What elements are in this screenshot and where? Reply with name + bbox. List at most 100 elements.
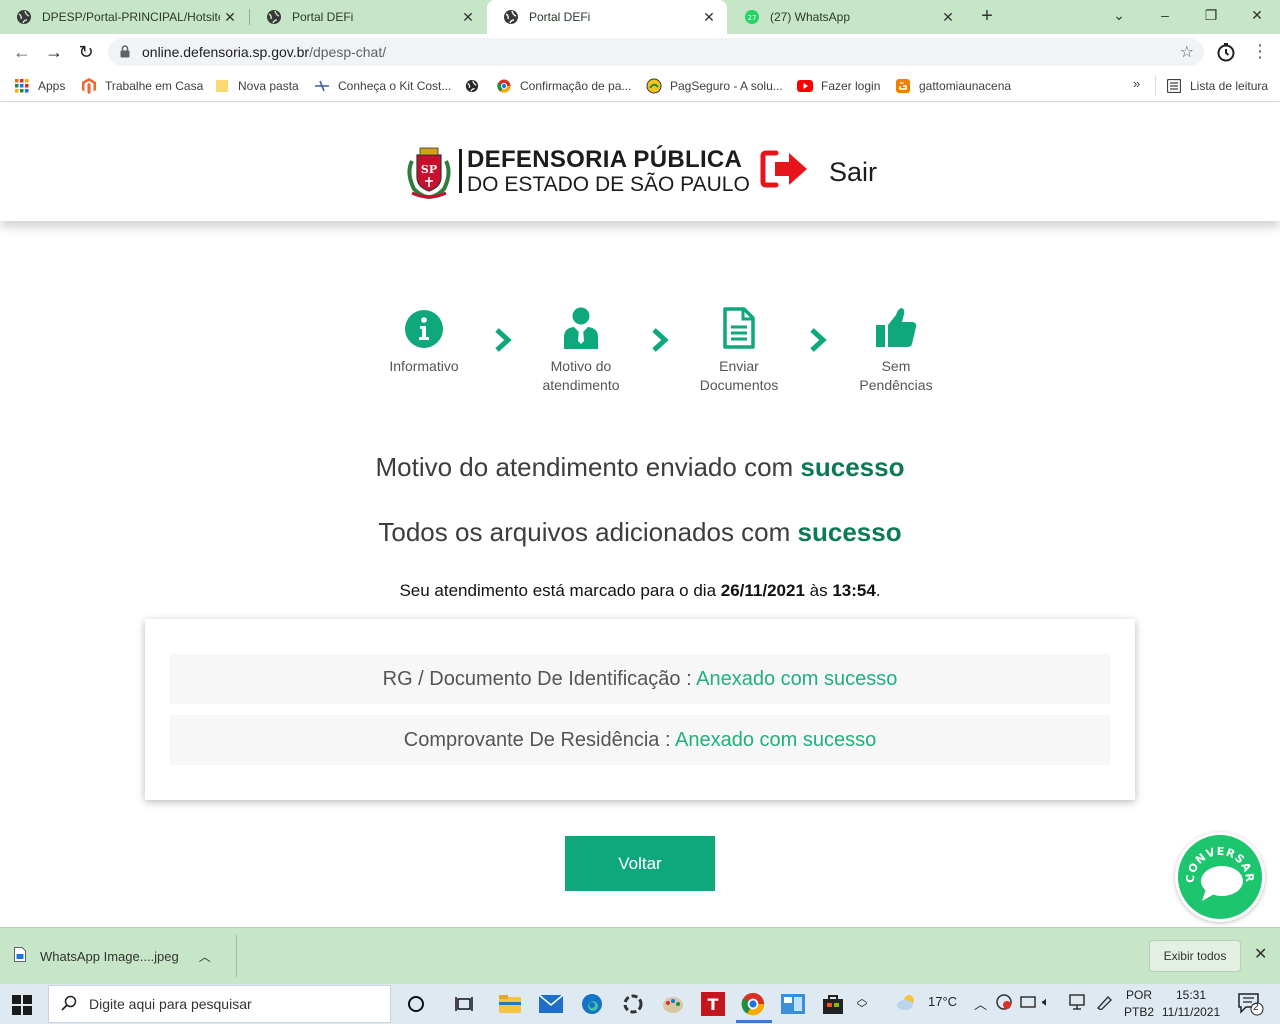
reading-list-label: Lista de leitura (1190, 79, 1269, 93)
browser-toolbar: ← → ↻ online.defensoria.sp.gov.br/dpesp-… (0, 34, 1280, 70)
volume-icon[interactable]: 🔈︎ (1042, 994, 1050, 1010)
reading-list[interactable]: Lista de leitura (1166, 76, 1268, 96)
tab-dpesp-portal[interactable]: DPESP/Portal-PRINCIPAL/Hotsite ✕ (0, 0, 248, 34)
bookmark-fazer-login[interactable]: Fazer login (797, 76, 880, 96)
document-row-rg: RG / Documento De Identificação : Anexad… (170, 654, 1110, 704)
window-close-icon[interactable]: ✕ (1234, 0, 1280, 30)
tray-chevron-icon[interactable]: ︿ (974, 994, 987, 1013)
extension-timer-icon[interactable] (1214, 40, 1238, 64)
antivirus-tray-icon[interactable] (996, 994, 1012, 1013)
step-informativo: Informativo (364, 303, 484, 376)
bookmark-globe[interactable] (464, 76, 488, 96)
clock-date: 11/11/2021 (1161, 1005, 1221, 1019)
globe-icon (503, 9, 519, 25)
tab-portal-defi-active[interactable]: Portal DEFi ✕ (487, 0, 727, 34)
minimize-icon[interactable]: – (1142, 0, 1188, 30)
edge-icon[interactable] (577, 990, 607, 1018)
new-tab-plus-icon[interactable]: + (976, 5, 998, 27)
document-label: RG / Documento De Identificação : (382, 668, 697, 690)
weather-icon[interactable] (896, 992, 918, 1015)
chevron-up-icon[interactable]: ︿ (199, 948, 211, 965)
bookmark-pagseguro[interactable]: PagSeguro - A solu... (646, 76, 783, 96)
person-icon (564, 307, 598, 349)
clock-time: 15:31 (1175, 988, 1207, 1002)
step-enviar-documentos: Enviar Documentos (679, 303, 799, 395)
red-t-app-icon[interactable]: T (698, 990, 728, 1018)
bookmark-trabalhe-em-casa[interactable]: Trabalhe em Casa (81, 76, 203, 96)
step-label: Motivo do atendimento (542, 358, 620, 393)
tab-whatsapp[interactable]: 27 (27) WhatsApp ✕ (728, 0, 966, 34)
back-button[interactable]: Voltar (565, 836, 715, 891)
task-view-icon[interactable] (449, 990, 479, 1018)
bookmarks-overflow-icon[interactable]: » (1133, 76, 1140, 91)
reload-icon[interactable]: ↻ (74, 40, 98, 64)
network-icon[interactable] (1068, 994, 1086, 1013)
file-explorer-icon[interactable] (495, 990, 525, 1018)
bookmark-kit-cost[interactable]: Conheça o Kit Cost... (314, 76, 451, 96)
globe-icon (16, 9, 32, 25)
download-shelf: WhatsApp Image....jpeg ︿ Exibir todos ✕ (0, 927, 1280, 984)
logout-icon[interactable] (760, 149, 810, 189)
windows-start-icon[interactable] (12, 995, 32, 1015)
input-language[interactable]: POR PTB2 (1124, 987, 1154, 1021)
bookmark-label: Confirmação de pa... (520, 79, 632, 93)
chevron-right-icon (810, 328, 827, 352)
pen-icon[interactable] (1096, 994, 1114, 1013)
bookmark-label: Conheça o Kit Cost... (338, 79, 452, 93)
step-sem-pendencias: Sem Pendências (836, 303, 956, 395)
paint-icon[interactable] (658, 990, 688, 1018)
store-bag-icon[interactable] (818, 990, 848, 1018)
forward-arrow-icon[interactable]: → (42, 40, 66, 64)
logo-title: DEFENSORIA PÚBLICA (467, 146, 743, 173)
schedule-text: Seu atendimento está marcado para o dia (399, 581, 721, 600)
document-status: Anexado com sucesso (675, 729, 877, 751)
bookmark-star-icon[interactable]: ☆ (1180, 42, 1194, 62)
back-arrow-icon[interactable]: ← (10, 40, 34, 64)
address-bar[interactable]: online.defensoria.sp.gov.br/dpesp-chat/ … (108, 38, 1204, 66)
cortana-icon[interactable] (401, 990, 431, 1018)
schedule-text: . (875, 581, 881, 600)
site-header: SP DEFENSORIA PÚBLICA DO ESTADO DE SÃO P… (0, 103, 1280, 221)
calculator-app-icon[interactable] (778, 990, 808, 1018)
restore-icon[interactable]: ❐ (1188, 0, 1234, 30)
notification-count: 2 (1253, 1002, 1259, 1013)
reason-sent-message: Motivo do atendimento enviado com sucess… (0, 452, 1280, 483)
bookmark-gattomiaunacena[interactable]: gattomiaunacena (895, 76, 1011, 96)
meet-now-icon[interactable] (1020, 994, 1036, 1013)
close-tab-icon[interactable]: ✕ (458, 9, 478, 26)
taskbar-search-input[interactable]: Digite aqui para pesquisar (48, 985, 391, 1023)
close-tab-icon[interactable]: ✕ (938, 9, 958, 26)
step-label: Informativo (389, 358, 459, 374)
mail-icon[interactable] (536, 990, 566, 1018)
step-label: Sem Pendências (859, 358, 933, 393)
taskbar-overflow-icon[interactable]: ︿ ﹀ (850, 990, 874, 1018)
bookmark-nova-pasta[interactable]: Nova pasta (214, 76, 299, 96)
show-all-downloads-button[interactable]: Exibir todos (1149, 940, 1241, 972)
download-divider (236, 935, 237, 977)
logout-button[interactable]: Sair (829, 157, 877, 188)
system-clock[interactable]: 15:31 11/11/2021 (1158, 987, 1224, 1021)
chrome-icon[interactable] (738, 990, 768, 1018)
notification-center-icon[interactable]: 2 (1238, 992, 1264, 1019)
info-icon (405, 310, 443, 348)
youtube-icon (797, 78, 813, 94)
chat-launcher[interactable]: CONVERSAR (1175, 832, 1265, 922)
close-download-bar-icon[interactable]: ✕ (1254, 944, 1267, 964)
tab-search-chevron-icon[interactable]: ⌄ (1096, 0, 1142, 30)
app-ring-icon[interactable] (618, 990, 648, 1018)
message-text: Motivo do atendimento enviado com (375, 452, 801, 482)
close-tab-icon[interactable]: ✕ (220, 9, 240, 26)
schedule-text: às (804, 581, 833, 600)
download-item[interactable]: WhatsApp Image....jpeg ︿ (14, 944, 211, 968)
document-label: Comprovante De Residência : (403, 729, 675, 751)
tab-portal-defi-1[interactable]: Portal DEFi ✕ (250, 0, 486, 34)
documents-card: RG / Documento De Identificação : Anexad… (145, 619, 1135, 800)
bookmark-confirmacao[interactable]: Confirmação de pa... (496, 76, 631, 96)
files-added-message: Todos os arquivos adicionados com sucess… (0, 517, 1280, 548)
file-icon (14, 947, 26, 965)
close-tab-icon[interactable]: ✕ (699, 9, 719, 26)
bookmark-apps[interactable]: Apps (14, 76, 65, 96)
pagseguro-icon (646, 78, 662, 94)
browser-menu-icon[interactable]: ⋮ (1248, 40, 1272, 64)
sao-paulo-coat-of-arms-icon: SP (404, 143, 454, 200)
